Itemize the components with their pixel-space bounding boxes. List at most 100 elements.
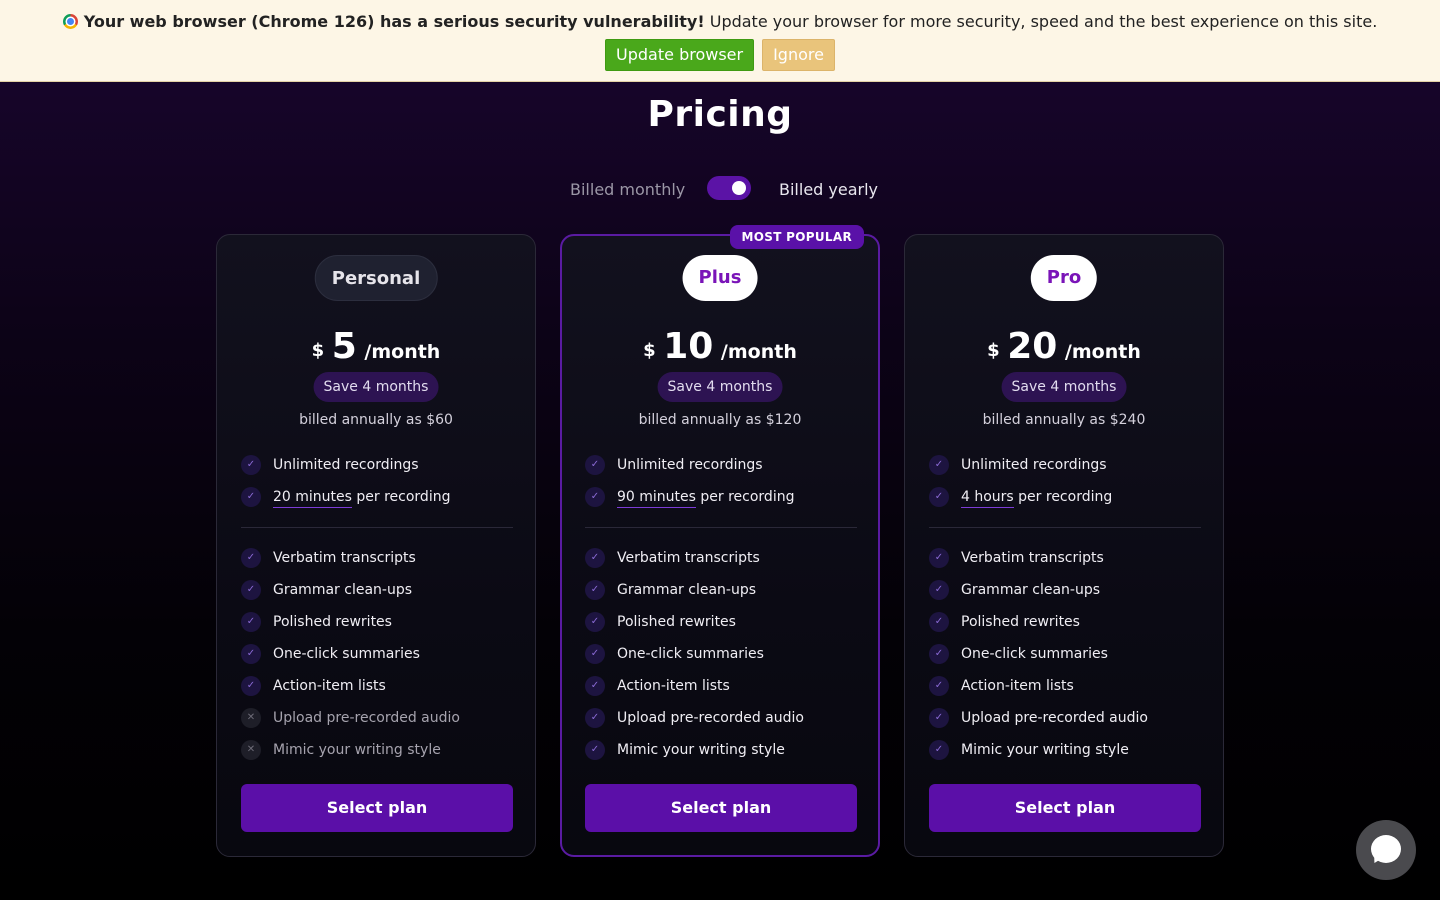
- feature-label: Verbatim transcripts: [617, 550, 760, 566]
- save-badge: Save 4 months: [313, 372, 439, 402]
- price-currency: $: [643, 340, 656, 361]
- page-title: Pricing: [647, 94, 793, 135]
- feature-label: per recording: [1013, 489, 1113, 505]
- ignore-button[interactable]: Ignore: [762, 39, 835, 71]
- plan-card-pro: Pro $ 20 /month Save 4 months billed ann…: [904, 234, 1224, 857]
- feature-label: One-click summaries: [273, 646, 420, 662]
- check-icon: ✓: [585, 548, 605, 568]
- check-icon: ✓: [929, 455, 949, 475]
- feature-item: ✓ Unlimited recordings: [241, 453, 513, 485]
- feature-label: Upload pre-recorded audio: [961, 710, 1148, 726]
- feature-item: ✓ Polished rewrites: [585, 610, 857, 642]
- billed-annually-note: billed annually as $240: [982, 412, 1146, 428]
- feature-list-limits: ✓ Unlimited recordings ✓ 90 minutes per re…: [585, 453, 857, 517]
- price-amount: 20: [1007, 326, 1058, 367]
- feature-item: ✓ Polished rewrites: [241, 610, 513, 642]
- feature-item: ✓ Action-item lists: [241, 674, 513, 706]
- feature-item: ✓ Unlimited recordings: [929, 453, 1201, 485]
- check-icon: ✓: [241, 455, 261, 475]
- divider: [241, 527, 513, 528]
- feature-label: Mimic your writing style: [273, 742, 441, 758]
- feature-item: ✓ One-click summaries: [929, 642, 1201, 674]
- feature-item: ✓ Unlimited recordings: [585, 453, 857, 485]
- feature-label: Polished rewrites: [961, 614, 1080, 630]
- banner-description: Update your browser for more security, s…: [704, 12, 1378, 31]
- divider: [929, 527, 1201, 528]
- check-icon: ✓: [585, 612, 605, 632]
- feature-list: ✓ Verbatim transcripts ✓ Grammar clean-ups…: [929, 546, 1201, 770]
- price-amount: 10: [663, 326, 714, 367]
- recording-limit[interactable]: 90 minutes: [617, 489, 696, 508]
- cross-icon: ✕: [241, 708, 261, 728]
- recording-limit[interactable]: 20 minutes: [273, 489, 352, 508]
- feature-label: Unlimited recordings: [617, 457, 763, 473]
- recording-limit[interactable]: 4 hours: [961, 489, 1014, 508]
- check-icon: ✓: [929, 548, 949, 568]
- plan-price: $ 5 /month: [217, 326, 535, 367]
- price-period: /month: [720, 341, 797, 363]
- feature-item: ✓ Verbatim transcripts: [241, 546, 513, 578]
- billing-toggle[interactable]: [707, 176, 751, 200]
- check-icon: ✓: [241, 487, 261, 507]
- check-icon: ✓: [929, 740, 949, 760]
- update-browser-button[interactable]: Update browser: [605, 39, 755, 71]
- browser-update-banner: Your web browser (Chrome 126) has a seri…: [0, 0, 1440, 82]
- price-period: /month: [1064, 341, 1141, 363]
- billed-monthly-label[interactable]: Billed monthly: [570, 180, 685, 199]
- most-popular-badge: MOST POPULAR: [729, 225, 864, 249]
- billed-yearly-label[interactable]: Billed yearly: [779, 180, 878, 199]
- feature-item: ✓ Grammar clean-ups: [585, 578, 857, 610]
- feature-label: Verbatim transcripts: [961, 550, 1104, 566]
- feature-item-disabled: ✕ Upload pre-recorded audio: [241, 706, 513, 738]
- chat-widget-button[interactable]: [1356, 820, 1416, 880]
- feature-item: ✓ 20 minutes per recording: [241, 485, 513, 517]
- check-icon: ✓: [241, 644, 261, 664]
- feature-label: Grammar clean-ups: [617, 582, 757, 598]
- check-icon: ✓: [929, 580, 949, 600]
- plan-name: Personal: [314, 255, 438, 301]
- check-icon: ✓: [929, 612, 949, 632]
- cross-icon: ✕: [241, 740, 261, 760]
- feature-label: per recording: [351, 489, 451, 505]
- feature-label: Upload pre-recorded audio: [273, 710, 460, 726]
- feature-label: Action-item lists: [617, 678, 730, 694]
- feature-label: Unlimited recordings: [961, 457, 1107, 473]
- save-badge: Save 4 months: [1001, 372, 1127, 402]
- check-icon: ✓: [585, 580, 605, 600]
- feature-item: ✓ Upload pre-recorded audio: [585, 706, 857, 738]
- check-icon: ✓: [929, 708, 949, 728]
- toggle-knob: [732, 181, 746, 195]
- feature-item: ✓ Action-item lists: [929, 674, 1201, 706]
- feature-label: One-click summaries: [617, 646, 764, 662]
- select-plan-button-personal[interactable]: Select plan: [241, 784, 513, 832]
- feature-item: ✓ One-click summaries: [585, 642, 857, 674]
- feature-item: ✓ Grammar clean-ups: [929, 578, 1201, 610]
- billed-annually-note: billed annually as $60: [299, 412, 453, 428]
- feature-label: Polished rewrites: [273, 614, 392, 630]
- check-icon: ✓: [585, 676, 605, 696]
- feature-item: ✓ Grammar clean-ups: [241, 578, 513, 610]
- feature-item: ✓ Mimic your writing style: [929, 738, 1201, 770]
- plan-name: Plus: [682, 255, 758, 301]
- select-plan-button-plus[interactable]: Select plan: [585, 784, 857, 832]
- plan-price: $ 10 /month: [562, 326, 878, 367]
- feature-label: One-click summaries: [961, 646, 1108, 662]
- check-icon: ✓: [585, 644, 605, 664]
- banner-warning: Your web browser (Chrome 126) has a seri…: [83, 12, 705, 31]
- chrome-logo-icon: [62, 14, 78, 29]
- check-icon: ✓: [585, 708, 605, 728]
- check-icon: ✓: [241, 548, 261, 568]
- plan-name: Pro: [1030, 255, 1098, 301]
- feature-label: Unlimited recordings: [273, 457, 419, 473]
- price-amount: 5: [331, 326, 357, 367]
- price-currency: $: [987, 340, 1000, 361]
- check-icon: ✓: [241, 580, 261, 600]
- plan-price: $ 20 /month: [905, 326, 1223, 367]
- select-plan-button-pro[interactable]: Select plan: [929, 784, 1201, 832]
- check-icon: ✓: [929, 644, 949, 664]
- feature-list: ✓ Verbatim transcripts ✓ Grammar clean-ups…: [585, 546, 857, 770]
- feature-label: Mimic your writing style: [617, 742, 785, 758]
- feature-item: ✓ Upload pre-recorded audio: [929, 706, 1201, 738]
- feature-list-limits: ✓ Unlimited recordings ✓ 20 minutes per re…: [241, 453, 513, 517]
- feature-item: ✓ Action-item lists: [585, 674, 857, 706]
